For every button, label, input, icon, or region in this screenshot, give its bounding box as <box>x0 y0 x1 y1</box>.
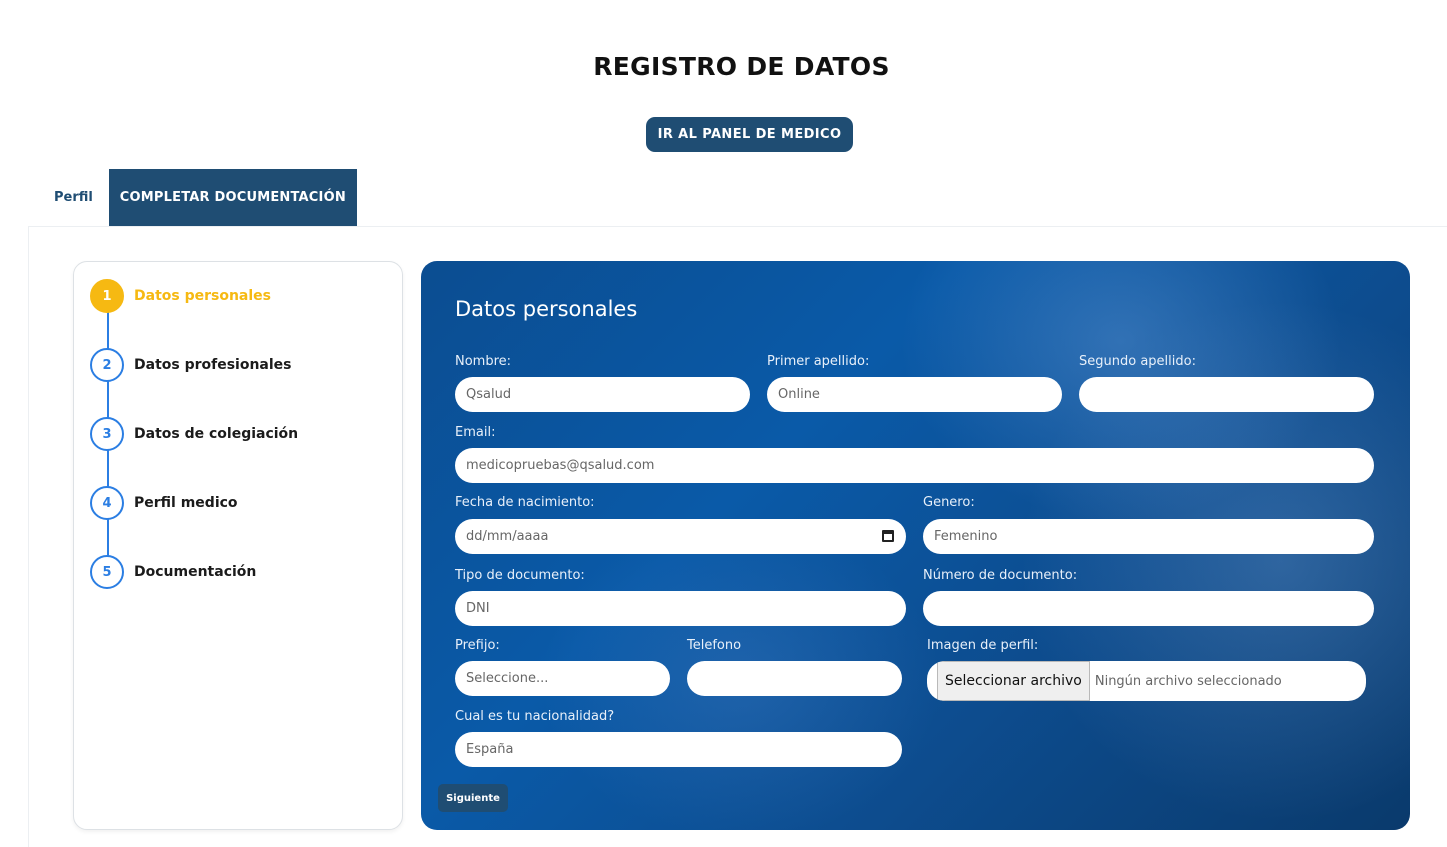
email-input[interactable] <box>455 448 1374 483</box>
nacionalidad-input[interactable] <box>455 732 902 767</box>
step-label: Perfil medico <box>134 495 238 511</box>
fecha-nacimiento-label: Fecha de nacimiento: <box>455 495 595 510</box>
imagen-perfil-label: Imagen de perfil: <box>927 638 1039 653</box>
file-status-text: Ningún archivo seleccionado <box>1094 673 1282 689</box>
prefijo-select[interactable] <box>455 661 670 696</box>
prefijo-label: Prefijo: <box>455 638 500 653</box>
imagen-perfil-file-input[interactable]: Seleccionar archivo Ningún archivo selec… <box>927 661 1366 701</box>
step-datos-profesionales[interactable]: 2 Datos profesionales <box>90 347 292 383</box>
tab-perfil[interactable]: Perfil <box>38 169 109 226</box>
page-title: REGISTRO DE DATOS <box>593 52 890 81</box>
primer-apellido-label: Primer apellido: <box>767 354 870 369</box>
step-number-badge: 3 <box>90 417 124 451</box>
form-title: Datos personales <box>455 297 638 321</box>
step-datos-personales[interactable]: 1 Datos personales <box>90 278 271 314</box>
segundo-apellido-input[interactable] <box>1079 377 1374 412</box>
tab-completar-documentacion[interactable]: COMPLETAR DOCUMENTACIÓN <box>108 169 357 226</box>
step-datos-colegiacion[interactable]: 3 Datos de colegiación <box>90 416 298 452</box>
step-number-badge: 1 <box>90 279 124 313</box>
go-to-medical-panel-button[interactable]: IR AL PANEL DE MEDICO <box>646 117 853 152</box>
genero-label: Genero: <box>923 495 975 510</box>
date-placeholder: dd/mm/aaaa <box>466 529 549 544</box>
fecha-nacimiento-input[interactable]: dd/mm/aaaa <box>455 519 906 554</box>
nombre-label: Nombre: <box>455 354 512 369</box>
step-number-badge: 4 <box>90 486 124 520</box>
choose-file-button[interactable]: Seleccionar archivo <box>937 661 1090 701</box>
step-label: Datos profesionales <box>134 357 292 373</box>
tipo-documento-label: Tipo de documento: <box>455 568 585 583</box>
numero-documento-label: Número de documento: <box>923 568 1078 583</box>
telefono-input[interactable] <box>687 661 902 696</box>
nombre-input[interactable] <box>455 377 750 412</box>
tipo-documento-input[interactable] <box>455 591 906 626</box>
step-label: Datos personales <box>134 288 271 304</box>
tab-bar: Perfil COMPLETAR DOCUMENTACIÓN <box>38 169 357 226</box>
step-label: Datos de colegiación <box>134 426 299 442</box>
email-label: Email: <box>455 425 496 440</box>
personal-data-form-card: Datos personales Nombre: Primer apellido… <box>421 261 1410 830</box>
primer-apellido-input[interactable] <box>767 377 1062 412</box>
segundo-apellido-label: Segundo apellido: <box>1079 354 1196 369</box>
step-label: Documentación <box>134 564 257 580</box>
telefono-label: Telefono <box>687 638 742 653</box>
siguiente-button[interactable]: Siguiente <box>438 784 508 812</box>
calendar-icon[interactable] <box>882 530 894 542</box>
nacionalidad-label: Cual es tu nacionalidad? <box>455 709 615 724</box>
numero-documento-input[interactable] <box>923 591 1374 626</box>
step-documentacion[interactable]: 5 Documentación <box>90 554 256 590</box>
step-perfil-medico[interactable]: 4 Perfil medico <box>90 485 238 521</box>
step-number-badge: 2 <box>90 348 124 382</box>
genero-input[interactable] <box>923 519 1374 554</box>
step-number-badge: 5 <box>90 555 124 589</box>
